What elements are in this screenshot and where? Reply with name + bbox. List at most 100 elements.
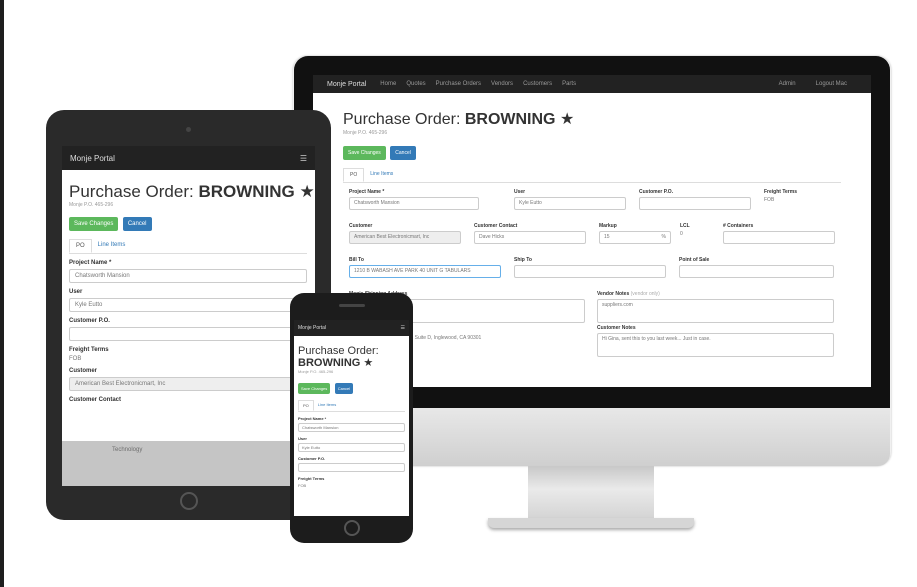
markup-label: Markup (599, 223, 617, 229)
menu-icon[interactable]: ☰ (401, 325, 405, 331)
po-form: Project Name * Chatsworth Mansion User K… (343, 183, 841, 387)
menu-icon[interactable]: ☰ (300, 154, 307, 163)
freight-terms-label: Freight Terms (764, 189, 797, 195)
phone-customer-po-input[interactable] (298, 463, 405, 472)
phone-tab-line-items[interactable]: Line Items (314, 400, 340, 411)
nav-quotes[interactable]: Quotes (406, 81, 425, 87)
markup-input[interactable]: 15% (599, 231, 671, 244)
phone-save-button[interactable]: Save Changes (298, 383, 331, 394)
customer-notes-label: Customer Notes (597, 325, 636, 331)
tablet-contact-label: Customer Contact (69, 397, 122, 403)
star-icon: ★ (299, 182, 315, 201)
bill-to-select[interactable]: 1210 B WABASH AVE PARK 40 UNIT G TABULAR… (349, 265, 501, 278)
tablet-customer-label: Customer (69, 368, 98, 374)
bill-to-label: Bill To (349, 257, 364, 263)
phone-user-select[interactable]: Kyle Eutto (298, 443, 405, 452)
tablet-overlay: Technology (62, 441, 315, 486)
tablet-user-label: User (69, 289, 83, 295)
nav-parts[interactable]: Parts (562, 81, 576, 87)
tablet-subtitle: Monje P.O. 465-296 (69, 202, 114, 208)
customer-notes-textarea[interactable]: Hi Gina, sent this to you last week... J… (597, 333, 834, 357)
customer-contact-select[interactable]: Dave Hicks (474, 231, 586, 244)
tablet-brand[interactable]: Monje Portal (70, 154, 115, 163)
phone-screen: Monje Portal ☰ Purchase Order: BROWNING … (294, 320, 409, 516)
page-subtitle: Monje P.O. 465-296 (343, 130, 388, 136)
phone-page-title: Purchase Order: BROWNING ★ (298, 345, 379, 369)
tablet-screen: Monje Portal ☰ Purchase Order: BROWNING … (62, 146, 315, 486)
lcl-value: 0 (680, 231, 683, 237)
containers-input[interactable] (723, 231, 835, 244)
vendor-notes-label: Vendor Notes (vendor only) (597, 291, 660, 297)
customer-label: Customer (349, 223, 373, 229)
nav-purchase-orders[interactable]: Purchase Orders (436, 81, 481, 87)
star-icon: ★ (559, 111, 575, 128)
phone-brand[interactable]: Monje Portal (298, 325, 326, 331)
phone-subtitle: Monje P.O. 465-296 (298, 369, 334, 374)
phone-tab-po[interactable]: PO (298, 400, 314, 411)
customer-po-label: Customer P.O. (639, 189, 674, 195)
customer-po-input[interactable] (639, 197, 751, 210)
apple-logo-icon (581, 420, 609, 452)
tablet-tab-line-items[interactable]: Line Items (92, 239, 132, 253)
phone-home-button[interactable] (344, 520, 360, 536)
tablet-project-name-label: Project Name * (69, 260, 112, 266)
freight-terms-value: FOB (764, 197, 775, 203)
star-icon: ★ (363, 357, 374, 369)
phone-customer-po-label: Customer P.O. (298, 456, 326, 461)
tablet-save-button[interactable]: Save Changes (69, 217, 119, 231)
phone-user-label: User (298, 436, 307, 441)
nav-home[interactable]: Home (380, 81, 396, 87)
project-name-label: Project Name * (349, 189, 385, 195)
nav-vendors[interactable]: Vendors (491, 81, 513, 87)
point-of-sale-input[interactable] (679, 265, 834, 278)
product-showcase: Monje Portal Home Quotes Purchase Orders… (4, 0, 917, 587)
tablet-page-title: Purchase Order: BROWNING ★ (69, 182, 315, 201)
tablet-home-button[interactable] (180, 492, 198, 510)
phone-tab-bar: PO Line Items (298, 400, 405, 412)
tab-bar: PO Line Items (343, 168, 841, 183)
project-name-input[interactable]: Chatsworth Mansion (349, 197, 479, 210)
brand-link[interactable]: Monje Portal (327, 81, 366, 88)
percent-addon: % (661, 234, 666, 240)
point-of-sale-label: Point of Sale (679, 257, 710, 263)
customer-select[interactable]: American Best Electronicmart, Inc (349, 231, 461, 244)
tablet-customer-po-input[interactable] (69, 327, 307, 341)
ship-to-select[interactable] (514, 265, 666, 278)
vendor-notes-textarea[interactable]: suppliers.com (597, 299, 834, 323)
tablet-project-name-input[interactable]: Chatsworth Mansion (69, 269, 307, 283)
tablet-tab-bar: PO Line Items (69, 239, 307, 254)
lcl-label: LCL (680, 223, 690, 229)
containers-label: # Containers (723, 223, 754, 229)
tablet-customer-po-label: Customer P.O. (69, 318, 110, 324)
customer-contact-label: Customer Contact (474, 223, 518, 229)
tablet-freight-label: Freight Terms (69, 347, 109, 353)
cancel-button[interactable]: Cancel (390, 146, 416, 160)
phone-navbar: Monje Portal ☰ (294, 320, 409, 336)
ship-to-label: Ship To (514, 257, 532, 263)
page-title: Purchase Order: BROWNING ★ (343, 111, 575, 128)
tab-line-items[interactable]: Line Items (364, 168, 399, 182)
tablet-freight-value: FOB (69, 356, 82, 362)
phone-project-name-input[interactable]: Chatsworth Mansion (298, 423, 405, 432)
tablet-tab-po[interactable]: PO (69, 239, 92, 253)
tablet-user-select[interactable]: Kyle Eutto (69, 298, 307, 312)
user-label: User (514, 189, 526, 195)
tablet-cancel-button[interactable]: Cancel (122, 217, 152, 231)
nav-customers[interactable]: Customers (523, 81, 552, 87)
phone-speaker (339, 304, 365, 307)
monitor-stand (528, 466, 654, 524)
phone-freight-value: FOB (298, 483, 307, 488)
tablet-camera (186, 127, 191, 132)
admin-menu[interactable]: Admin (779, 81, 796, 87)
save-button[interactable]: Save Changes (343, 146, 386, 160)
tablet-navbar: Monje Portal ☰ (62, 146, 315, 170)
phone-project-name-label: Project Name * (298, 416, 327, 421)
phone-freight-label: Freight Terms (298, 476, 325, 481)
tablet-customer-select[interactable]: American Best Electronicmart, Inc (69, 377, 307, 391)
logout-link[interactable]: Logout Mac (816, 81, 847, 87)
navbar: Monje Portal Home Quotes Purchase Orders… (313, 75, 871, 93)
tab-po[interactable]: PO (343, 168, 365, 182)
user-select[interactable]: Kyle Eutto (514, 197, 626, 210)
overlay-heading: Technology (112, 447, 143, 453)
phone-cancel-button[interactable]: Cancel (334, 383, 354, 394)
